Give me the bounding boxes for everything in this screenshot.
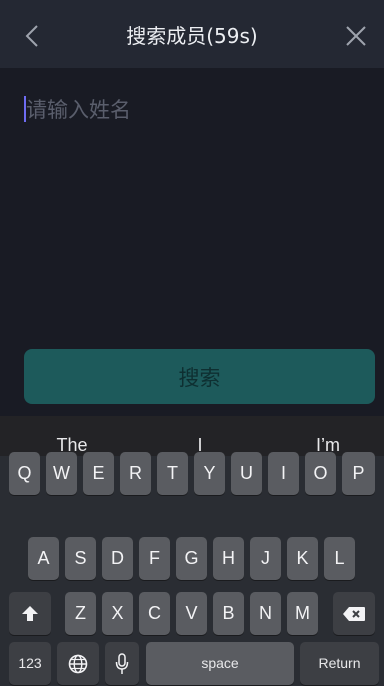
key-v[interactable]: V <box>176 592 207 635</box>
key-p[interactable]: P <box>342 452 375 495</box>
page-title: 搜索成员(59s) <box>126 24 258 48</box>
text-caret <box>24 96 26 122</box>
name-input[interactable] <box>24 90 362 130</box>
close-icon <box>346 26 366 46</box>
suggestion-i[interactable]: I <box>140 416 260 456</box>
delete-key[interactable] <box>333 592 375 635</box>
nav-header: 搜索成员(59s) <box>0 0 384 68</box>
key-l[interactable]: L <box>324 537 355 580</box>
numbers-key[interactable]: 123 <box>9 642 51 685</box>
keyboard: The I I’m Q W E R T Y U I O P A S D F G … <box>0 416 384 686</box>
key-i[interactable]: I <box>268 452 299 495</box>
key-x[interactable]: X <box>102 592 133 635</box>
shift-icon <box>22 606 38 622</box>
microphone-key[interactable] <box>105 642 139 685</box>
return-key[interactable]: Return <box>300 642 379 685</box>
key-j[interactable]: J <box>250 537 281 580</box>
back-button[interactable] <box>12 16 52 56</box>
key-f[interactable]: F <box>139 537 170 580</box>
key-d[interactable]: D <box>102 537 133 580</box>
key-r[interactable]: R <box>120 452 151 495</box>
key-y[interactable]: Y <box>194 452 225 495</box>
space-key[interactable]: space <box>146 642 294 685</box>
shift-key[interactable] <box>9 592 51 635</box>
key-h[interactable]: H <box>213 537 244 580</box>
suggestion-the[interactable]: The <box>20 416 124 456</box>
key-m[interactable]: M <box>287 592 318 635</box>
microphone-icon <box>115 653 129 675</box>
key-b[interactable]: B <box>213 592 244 635</box>
key-q[interactable]: Q <box>9 452 40 495</box>
key-t[interactable]: T <box>157 452 188 495</box>
globe-key[interactable] <box>57 642 99 685</box>
suggestion-im[interactable]: I’m <box>276 416 380 456</box>
key-w[interactable]: W <box>46 452 77 495</box>
globe-icon <box>68 654 88 674</box>
key-g[interactable]: G <box>176 537 207 580</box>
suggestion-bar: The I I’m <box>0 416 384 456</box>
key-u[interactable]: U <box>231 452 262 495</box>
key-n[interactable]: N <box>250 592 281 635</box>
key-s[interactable]: S <box>65 537 96 580</box>
page: 搜索成员(59s) 搜索 The I I’m Q W E R T Y U I O… <box>0 0 384 686</box>
key-e[interactable]: E <box>83 452 114 495</box>
search-button[interactable]: 搜索 <box>24 349 375 404</box>
close-button[interactable] <box>336 16 376 56</box>
key-o[interactable]: O <box>305 452 336 495</box>
backspace-icon <box>343 607 365 622</box>
key-c[interactable]: C <box>139 592 170 635</box>
key-z[interactable]: Z <box>65 592 96 635</box>
key-k[interactable]: K <box>287 537 318 580</box>
search-form: 搜索 <box>0 68 384 416</box>
key-a[interactable]: A <box>28 537 59 580</box>
chevron-left-icon <box>25 25 38 47</box>
